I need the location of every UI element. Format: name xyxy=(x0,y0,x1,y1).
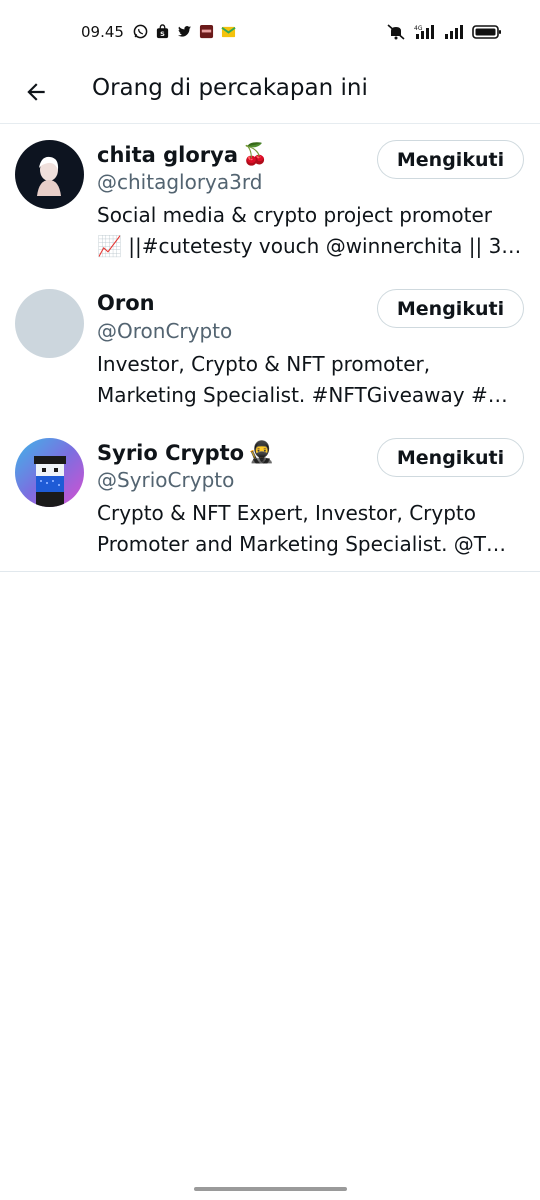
bio-line: Investor, Crypto & NFT promoter, xyxy=(97,352,431,376)
notification-icons: S xyxy=(133,24,236,39)
mute-icon xyxy=(387,24,405,40)
signal-4g-icon: 4G xyxy=(414,25,434,39)
arrow-left-icon xyxy=(27,83,45,101)
page-title: Orang di percakapan ini xyxy=(92,75,368,101)
user-bio: Social media & crypto project promoter 📈… xyxy=(97,200,525,262)
bio-line: Social media & crypto project promoter xyxy=(97,203,493,227)
following-button[interactable]: Mengikuti xyxy=(377,140,524,179)
gmail-icon xyxy=(221,26,236,38)
app-icon xyxy=(199,24,214,39)
battery-icon xyxy=(472,25,501,39)
display-name: chita glorya xyxy=(97,142,238,167)
svg-text:S: S xyxy=(160,30,165,38)
display-name: Syrio Crypto xyxy=(97,440,245,465)
system-icons: 4G xyxy=(386,24,502,40)
bio-line: Marketing Specialist. #NFTGiveaway #… xyxy=(97,383,508,407)
avatar-image xyxy=(15,140,84,209)
user-bio: Crypto & NFT Expert, Investor, Crypto Pr… xyxy=(97,498,525,560)
user-handle[interactable]: @OronCrypto xyxy=(97,319,232,343)
people-list: chita glorya 🍒 @chitaglorya3rd Social me… xyxy=(0,125,540,572)
list-item[interactable]: Oron @OronCrypto Investor, Crypto & NFT … xyxy=(0,274,540,423)
shopee-icon: S xyxy=(156,24,169,38)
following-button[interactable]: Mengikuti xyxy=(377,289,524,328)
status-bar: 09.45 S 4G xyxy=(0,0,540,66)
bio-line: 📈 ||#cutetesty vouch @winnerchita || 3… xyxy=(97,234,522,258)
display-name-line[interactable]: Syrio Crypto 🥷 xyxy=(97,440,274,465)
svg-text:4G: 4G xyxy=(414,25,423,32)
name-emoji: 🍒 xyxy=(242,142,269,166)
avatar[interactable] xyxy=(15,289,84,358)
following-button[interactable]: Mengikuti xyxy=(377,438,524,477)
display-name-line[interactable]: Oron xyxy=(97,291,155,315)
avatar[interactable] xyxy=(15,438,84,507)
home-indicator[interactable] xyxy=(194,1187,347,1191)
bio-line: Promoter and Marketing Specialist. @T… xyxy=(97,532,507,556)
user-bio: Investor, Crypto & NFT promoter, Marketi… xyxy=(97,349,525,411)
back-button[interactable] xyxy=(18,74,54,110)
status-time: 09.45 xyxy=(81,23,124,41)
twitter-icon xyxy=(177,26,192,37)
list-item[interactable]: chita glorya 🍒 @chitaglorya3rd Social me… xyxy=(0,125,540,274)
bio-line: Crypto & NFT Expert, Investor, Crypto xyxy=(97,501,476,525)
signal-icon xyxy=(445,25,463,39)
display-name-line[interactable]: chita glorya 🍒 xyxy=(97,142,268,167)
whatsapp-icon xyxy=(133,24,148,39)
list-item[interactable]: Syrio Crypto 🥷 @SyrioCrypto Crypto & NFT… xyxy=(0,423,540,572)
avatar[interactable] xyxy=(15,140,84,209)
avatar-image xyxy=(15,438,84,507)
user-handle[interactable]: @chitaglorya3rd xyxy=(97,170,262,194)
app-bar: Orang di percakapan ini xyxy=(0,66,540,124)
user-handle[interactable]: @SyrioCrypto xyxy=(97,468,234,492)
display-name: Oron xyxy=(97,291,155,315)
name-emoji: 🥷 xyxy=(248,440,275,464)
